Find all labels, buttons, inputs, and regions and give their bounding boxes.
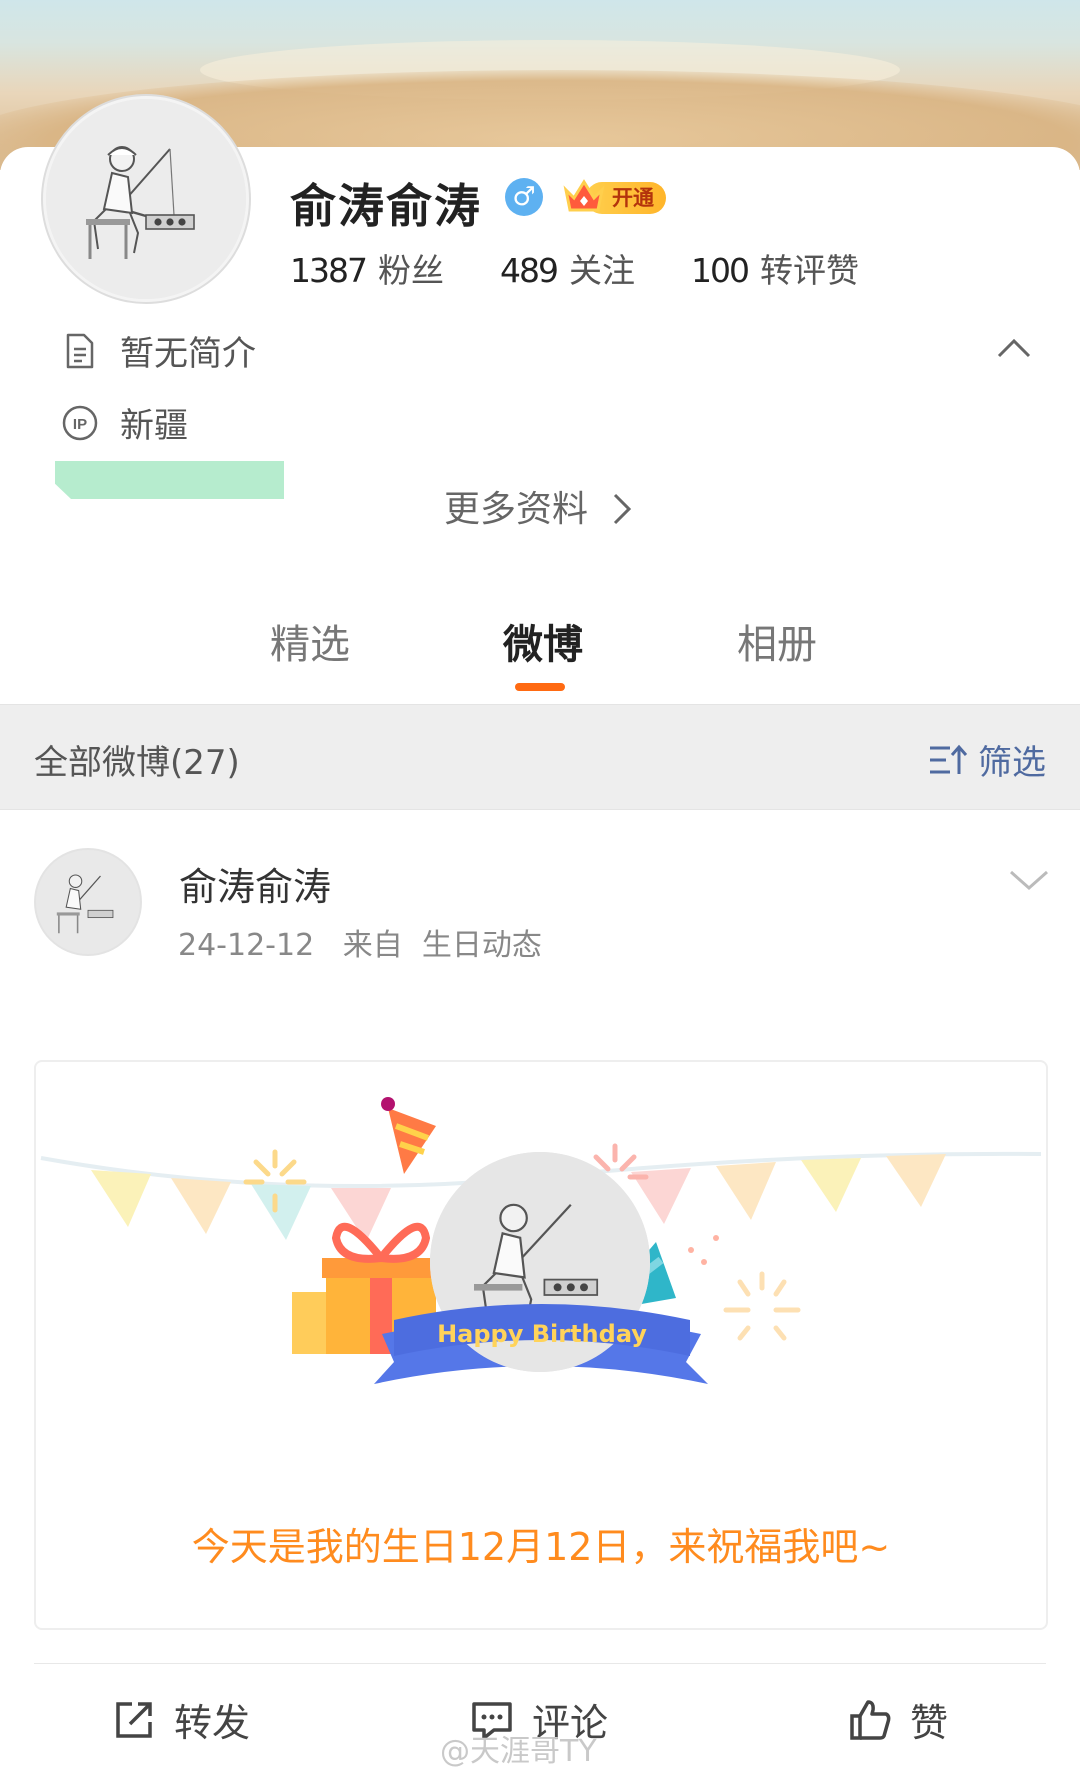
ip-row: IP 新疆: [60, 398, 188, 447]
like-button[interactable]: 赞: [848, 1692, 948, 1747]
male-icon: ♂: [505, 178, 543, 216]
crown-icon: [563, 179, 605, 212]
more-info-link[interactable]: 更多资料: [444, 480, 635, 532]
action-divider: [34, 1663, 1046, 1664]
tab-weibo[interactable]: 微博: [503, 612, 583, 670]
profile-name: 俞涛俞涛: [290, 179, 482, 233]
bio-text: 暂无简介: [120, 334, 256, 374]
repost-label: 转发: [174, 1701, 251, 1745]
birthday-card[interactable]: Happy Birthday 今天是我的生日12月12日，来祝福我吧~: [34, 1060, 1048, 1630]
svg-text:IP: IP: [73, 416, 87, 433]
active-tab-indicator: [515, 683, 565, 691]
birthday-ribbon-label: Happy Birthday: [437, 1320, 647, 1348]
stat-interactions[interactable]: 100 转评赞: [691, 244, 859, 292]
fisher-boy-illustration: [46, 99, 246, 299]
stat-following[interactable]: 489 关注: [500, 244, 635, 292]
filter-button[interactable]: 筛选: [928, 735, 1046, 784]
thumbs-up-icon: [850, 1699, 891, 1740]
post-author-avatar[interactable]: [36, 850, 140, 954]
chevron-right-icon: [614, 493, 632, 525]
document-icon: [66, 333, 94, 368]
profile-avatar[interactable]: [43, 96, 249, 302]
ip-location-icon: IP: [62, 405, 98, 440]
filter-label: 筛选: [978, 743, 1046, 783]
chevron-up-icon[interactable]: [996, 336, 1032, 360]
post-author-name[interactable]: 俞涛俞涛: [179, 856, 331, 911]
bio-row: 暂无简介: [60, 326, 256, 375]
tab-album[interactable]: 相册: [737, 612, 817, 670]
ip-location-text: 新疆: [120, 406, 188, 446]
tab-featured[interactable]: 精选: [270, 612, 350, 670]
more-info-label: 更多资料: [444, 489, 589, 530]
vip-open-button[interactable]: 开通: [562, 176, 666, 216]
profile-stats: 1387 粉丝 489 关注 100 转评赞: [290, 244, 859, 292]
chevron-down-icon[interactable]: [1008, 868, 1050, 892]
filter-bar: 全部微博(27) 筛选: [0, 704, 1080, 810]
redaction-highlight: [55, 461, 284, 499]
stat-fans[interactable]: 1387 粉丝: [290, 244, 444, 292]
all-posts-label[interactable]: 全部微博(27): [34, 735, 240, 784]
filter-sort-icon: [930, 744, 968, 774]
like-label: 赞: [910, 1701, 949, 1745]
birthday-ribbon: Happy Birthday: [394, 1304, 690, 1356]
birthday-message: 今天是我的生日12月12日，来祝福我吧~: [191, 1525, 891, 1569]
watermark: @天涯哥TY: [440, 1734, 597, 1769]
post-meta: 24-12-12 来自 生日动态: [178, 928, 542, 963]
repost-icon: [116, 1701, 152, 1738]
fisher-boy-illustration: [36, 850, 140, 954]
repost-button[interactable]: 转发: [112, 1692, 250, 1747]
